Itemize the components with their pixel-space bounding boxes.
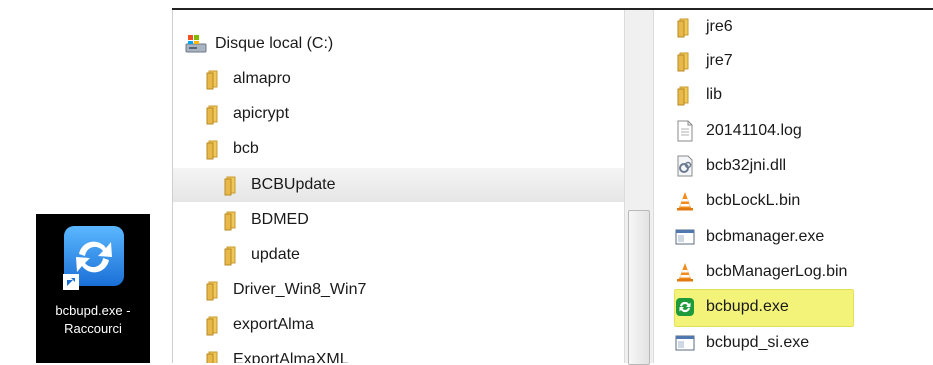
file-item-label: bcbManagerLog.bin (706, 263, 848, 280)
nav-item-label: Disque local (C:) (215, 35, 334, 52)
shortcut-label-line2: Raccourci (64, 321, 122, 336)
file-item-label: jre7 (706, 52, 733, 69)
nav-item-label: Driver_Win8_Win7 (233, 281, 367, 298)
folder-icon (677, 86, 689, 106)
folder-icon (677, 18, 689, 38)
file-item-label: lib (706, 86, 723, 103)
file-item-bcbmanagerlog-bin[interactable]: bcbManagerLog.bin (674, 255, 847, 289)
file-item-label: bcbmanager.exe (706, 228, 825, 245)
file-item-label: 20141104.log (706, 122, 802, 139)
file-item-label: bcb32jni.dll (706, 157, 787, 174)
nav-item-label: exportAlma (233, 316, 314, 333)
nav-item-label: bcb (233, 140, 259, 157)
shortcut-label-line1: bcbupd.exe - (55, 303, 131, 318)
nav-item-exportalmaxml[interactable]: ExportAlmaXML (203, 343, 349, 363)
folder-icon (224, 176, 236, 196)
exe-window-icon (675, 335, 695, 351)
drive-icon (185, 35, 207, 53)
nav-item-bcbupdate[interactable]: BCBUpdate (221, 168, 336, 202)
green-update-icon (676, 298, 694, 316)
nav-item-local-disk[interactable]: Disque local (C:) (185, 27, 333, 61)
desktop-shortcut[interactable]: bcbupd.exe - Raccourci (36, 214, 150, 363)
nav-item-apicrypt[interactable]: apicrypt (203, 97, 289, 131)
folder-icon (677, 52, 689, 72)
file-list-pane[interactable]: jre6 jre7 lib 20141104.log bcb32jni.dll (674, 10, 933, 363)
folder-icon (206, 105, 218, 125)
bcbupd-shortcut-icon (63, 226, 124, 290)
nav-item-label: update (251, 246, 300, 263)
file-item-label: bcbupd_si.exe (706, 334, 810, 351)
dll-file-icon (677, 155, 693, 177)
file-item-label: bcbLockL.bin (706, 192, 801, 209)
folder-icon (206, 70, 218, 90)
nav-item-bdmed[interactable]: BDMED (221, 203, 309, 237)
navigation-pane[interactable]: Disque local (C:) almapro apicrypt bcb B… (172, 10, 625, 363)
file-item-lib[interactable]: lib (674, 78, 722, 112)
nav-item-update[interactable]: update (221, 238, 300, 272)
file-item-label: bcbupd.exe (706, 298, 789, 315)
file-item-jre6[interactable]: jre6 (674, 10, 733, 44)
text-file-icon (677, 120, 693, 142)
file-item-bcbupd-exe[interactable]: bcbupd.exe (674, 290, 789, 324)
file-item-bcbupd-si-exe[interactable]: bcbupd_si.exe (674, 326, 809, 360)
folder-icon (206, 351, 218, 363)
nav-item-driver-win8-win7[interactable]: Driver_Win8_Win7 (203, 273, 366, 307)
file-item-jre7[interactable]: jre7 (674, 44, 733, 78)
exe-window-icon (675, 229, 695, 245)
nav-item-almapro[interactable]: almapro (203, 62, 291, 96)
scrollbar-thumb[interactable] (628, 210, 650, 365)
file-item-bcbmanager-exe[interactable]: bcbmanager.exe (674, 220, 824, 254)
folder-icon (206, 281, 218, 301)
file-item-dll[interactable]: bcb32jni.dll (674, 149, 786, 183)
nav-item-bcb[interactable]: bcb (203, 132, 259, 166)
nav-pane-scrollbar[interactable] (624, 10, 654, 365)
folder-icon (206, 316, 218, 336)
file-item-label: jre6 (706, 18, 733, 35)
vlc-cone-icon (677, 192, 693, 211)
nav-item-label: BDMED (251, 211, 309, 228)
nav-item-label: ExportAlmaXML (233, 351, 349, 363)
nav-item-label: apicrypt (233, 105, 290, 122)
file-item-log[interactable]: 20141104.log (674, 114, 802, 148)
folder-icon (224, 211, 236, 231)
nav-item-label: BCBUpdate (251, 176, 336, 193)
folder-icon (224, 246, 236, 266)
file-item-bcblockl-bin[interactable]: bcbLockL.bin (674, 184, 800, 218)
vlc-cone-icon (677, 263, 693, 282)
folder-icon (206, 140, 218, 160)
nav-item-label: almapro (233, 70, 291, 87)
nav-item-exportalma[interactable]: exportAlma (203, 308, 314, 342)
